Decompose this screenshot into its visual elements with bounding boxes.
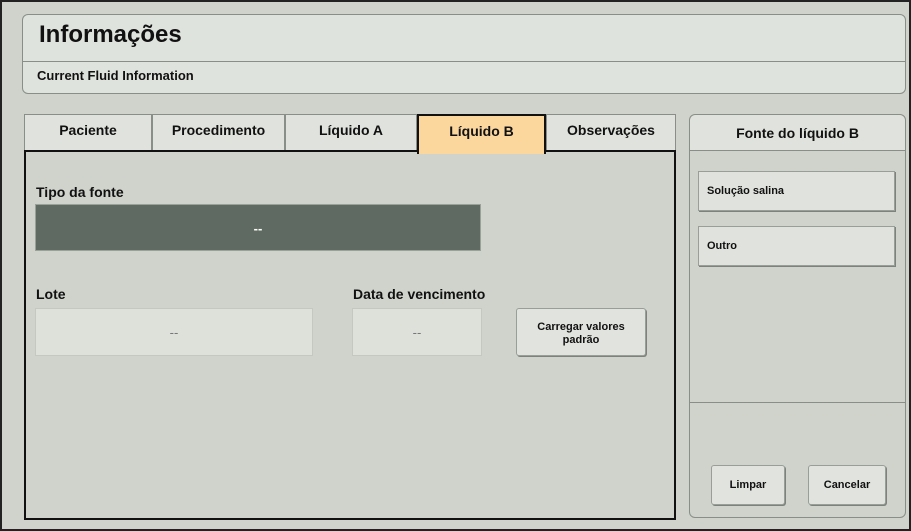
expiry-label: Data de vencimento — [353, 286, 486, 302]
option-saline[interactable]: Solução salina — [698, 171, 895, 211]
source-type-label: Tipo da fonte — [36, 184, 124, 200]
tab-paciente[interactable]: Paciente — [24, 114, 152, 152]
tab-liquido-b[interactable]: Líquido B — [417, 114, 546, 154]
tab-observacoes[interactable]: Observações — [546, 114, 676, 152]
load-defaults-button[interactable]: Carregar valores padrão — [516, 308, 646, 356]
lot-label: Lote — [36, 286, 66, 302]
cancel-button[interactable]: Cancelar — [808, 465, 886, 505]
tab-liquido-a[interactable]: Líquido A — [285, 114, 417, 152]
fluid-source-title: Fonte do líquido B — [690, 115, 905, 151]
liquido-b-panel: Tipo da fonte -- Lote -- Data de vencime… — [24, 150, 676, 520]
load-defaults-label-line1: Carregar valores — [537, 321, 625, 333]
page-subtitle: Current Fluid Information — [37, 68, 194, 83]
source-type-field[interactable]: -- — [35, 204, 481, 251]
fluid-source-panel: Fonte do líquido B Solução salina Outro … — [689, 114, 906, 518]
load-defaults-label-line2: padrão — [562, 334, 600, 346]
page-title: Informações — [39, 21, 182, 48]
side-divider — [690, 402, 905, 403]
header-panel: Informações Current Fluid Information — [22, 14, 906, 94]
tab-procedimento[interactable]: Procedimento — [152, 114, 285, 152]
lot-field[interactable]: -- — [35, 308, 313, 356]
header-divider — [23, 61, 905, 62]
expiry-field[interactable]: -- — [352, 308, 482, 356]
clear-button[interactable]: Limpar — [711, 465, 785, 505]
option-other[interactable]: Outro — [698, 226, 895, 266]
tab-bar: Paciente Procedimento Líquido A Líquido … — [24, 114, 676, 154]
